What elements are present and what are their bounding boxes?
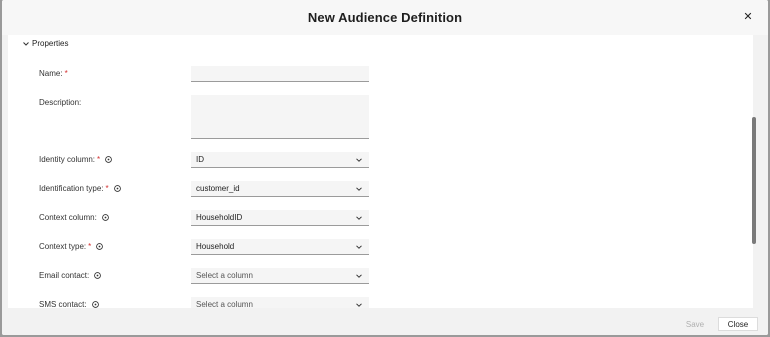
identification-type-label-text: Identification type:: [39, 183, 104, 193]
context-type-label: Context type: *: [39, 239, 104, 253]
context-column-row: Context column: HouseholdID: [8, 210, 753, 230]
email-contact-label-text: Email contact:: [39, 270, 90, 280]
context-type-label-text: Context type:: [39, 241, 87, 251]
dialog-header: New Audience Definition ✕: [2, 0, 768, 35]
identification-type-label: Identification type: *: [39, 181, 121, 195]
dialog-title: New Audience Definition: [307, 10, 463, 25]
sms-contact-label: SMS contact:: [39, 297, 99, 308]
context-type-value: Household: [196, 242, 235, 251]
required-mark: *: [105, 183, 109, 193]
sms-contact-row: SMS contact: Select a column: [8, 297, 753, 308]
context-type-row: Context type: * Household: [8, 239, 753, 259]
email-contact-row: Email contact: Select a column: [8, 268, 753, 288]
section-label: Properties: [32, 39, 69, 48]
help-icon[interactable]: [91, 300, 99, 308]
context-column-value: HouseholdID: [196, 213, 243, 222]
email-contact-value: Select a column: [196, 271, 253, 280]
sms-contact-value: Select a column: [196, 300, 253, 308]
help-icon[interactable]: [94, 271, 102, 279]
chevron-down-icon: [356, 157, 362, 162]
identity-column-label-text: Identity column:: [39, 154, 96, 164]
help-icon[interactable]: [113, 184, 121, 192]
identity-column-select[interactable]: ID: [191, 152, 369, 168]
description-label-text: Description:: [39, 97, 82, 107]
save-button[interactable]: Save: [675, 317, 715, 331]
chevron-down-icon: [356, 186, 362, 191]
context-type-select[interactable]: Household: [191, 239, 369, 255]
identification-type-value: customer_id: [196, 184, 240, 193]
sms-contact-label-text: SMS contact:: [39, 299, 87, 309]
chevron-down-icon: [356, 302, 362, 307]
name-label: Name: *: [39, 66, 68, 80]
identification-type-row: Identification type: * customer_id: [8, 181, 753, 201]
scrollbar[interactable]: [752, 117, 756, 244]
chevron-down-icon: [356, 273, 362, 278]
help-icon[interactable]: [96, 242, 104, 250]
email-contact-label: Email contact:: [39, 268, 102, 282]
required-mark: *: [97, 154, 101, 164]
chevron-down-icon: [23, 41, 29, 46]
required-mark: *: [64, 68, 68, 78]
name-field[interactable]: [191, 66, 369, 82]
description-label: Description:: [39, 95, 81, 109]
chevron-down-icon: [356, 244, 362, 249]
context-column-label-text: Context column:: [39, 212, 97, 222]
context-column-label: Context column:: [39, 210, 109, 224]
sms-contact-select[interactable]: Select a column: [191, 297, 369, 308]
required-mark: *: [88, 241, 92, 251]
description-field[interactable]: [191, 95, 369, 139]
properties-section-toggle[interactable]: Properties: [22, 39, 68, 48]
chevron-down-icon: [356, 215, 362, 220]
audience-dialog: New Audience Definition ✕ Properties Nam…: [2, 0, 768, 335]
dialog-footer: Save Close: [2, 308, 768, 335]
description-row: Description:: [8, 95, 753, 141]
name-row: Name: *: [8, 66, 753, 86]
dialog-body: Properties Name: * Description: Identity…: [8, 35, 753, 308]
help-icon[interactable]: [105, 155, 113, 163]
identification-type-select[interactable]: customer_id: [191, 181, 369, 197]
email-contact-select[interactable]: Select a column: [191, 268, 369, 284]
help-icon[interactable]: [101, 213, 109, 221]
identity-column-value: ID: [196, 155, 204, 164]
context-column-select[interactable]: HouseholdID: [191, 210, 369, 226]
identity-column-row: Identity column: * ID: [8, 152, 753, 172]
identity-column-label: Identity column: *: [39, 152, 113, 166]
close-button[interactable]: Close: [718, 317, 758, 331]
name-label-text: Name:: [39, 68, 63, 78]
close-icon[interactable]: ✕: [742, 11, 754, 23]
